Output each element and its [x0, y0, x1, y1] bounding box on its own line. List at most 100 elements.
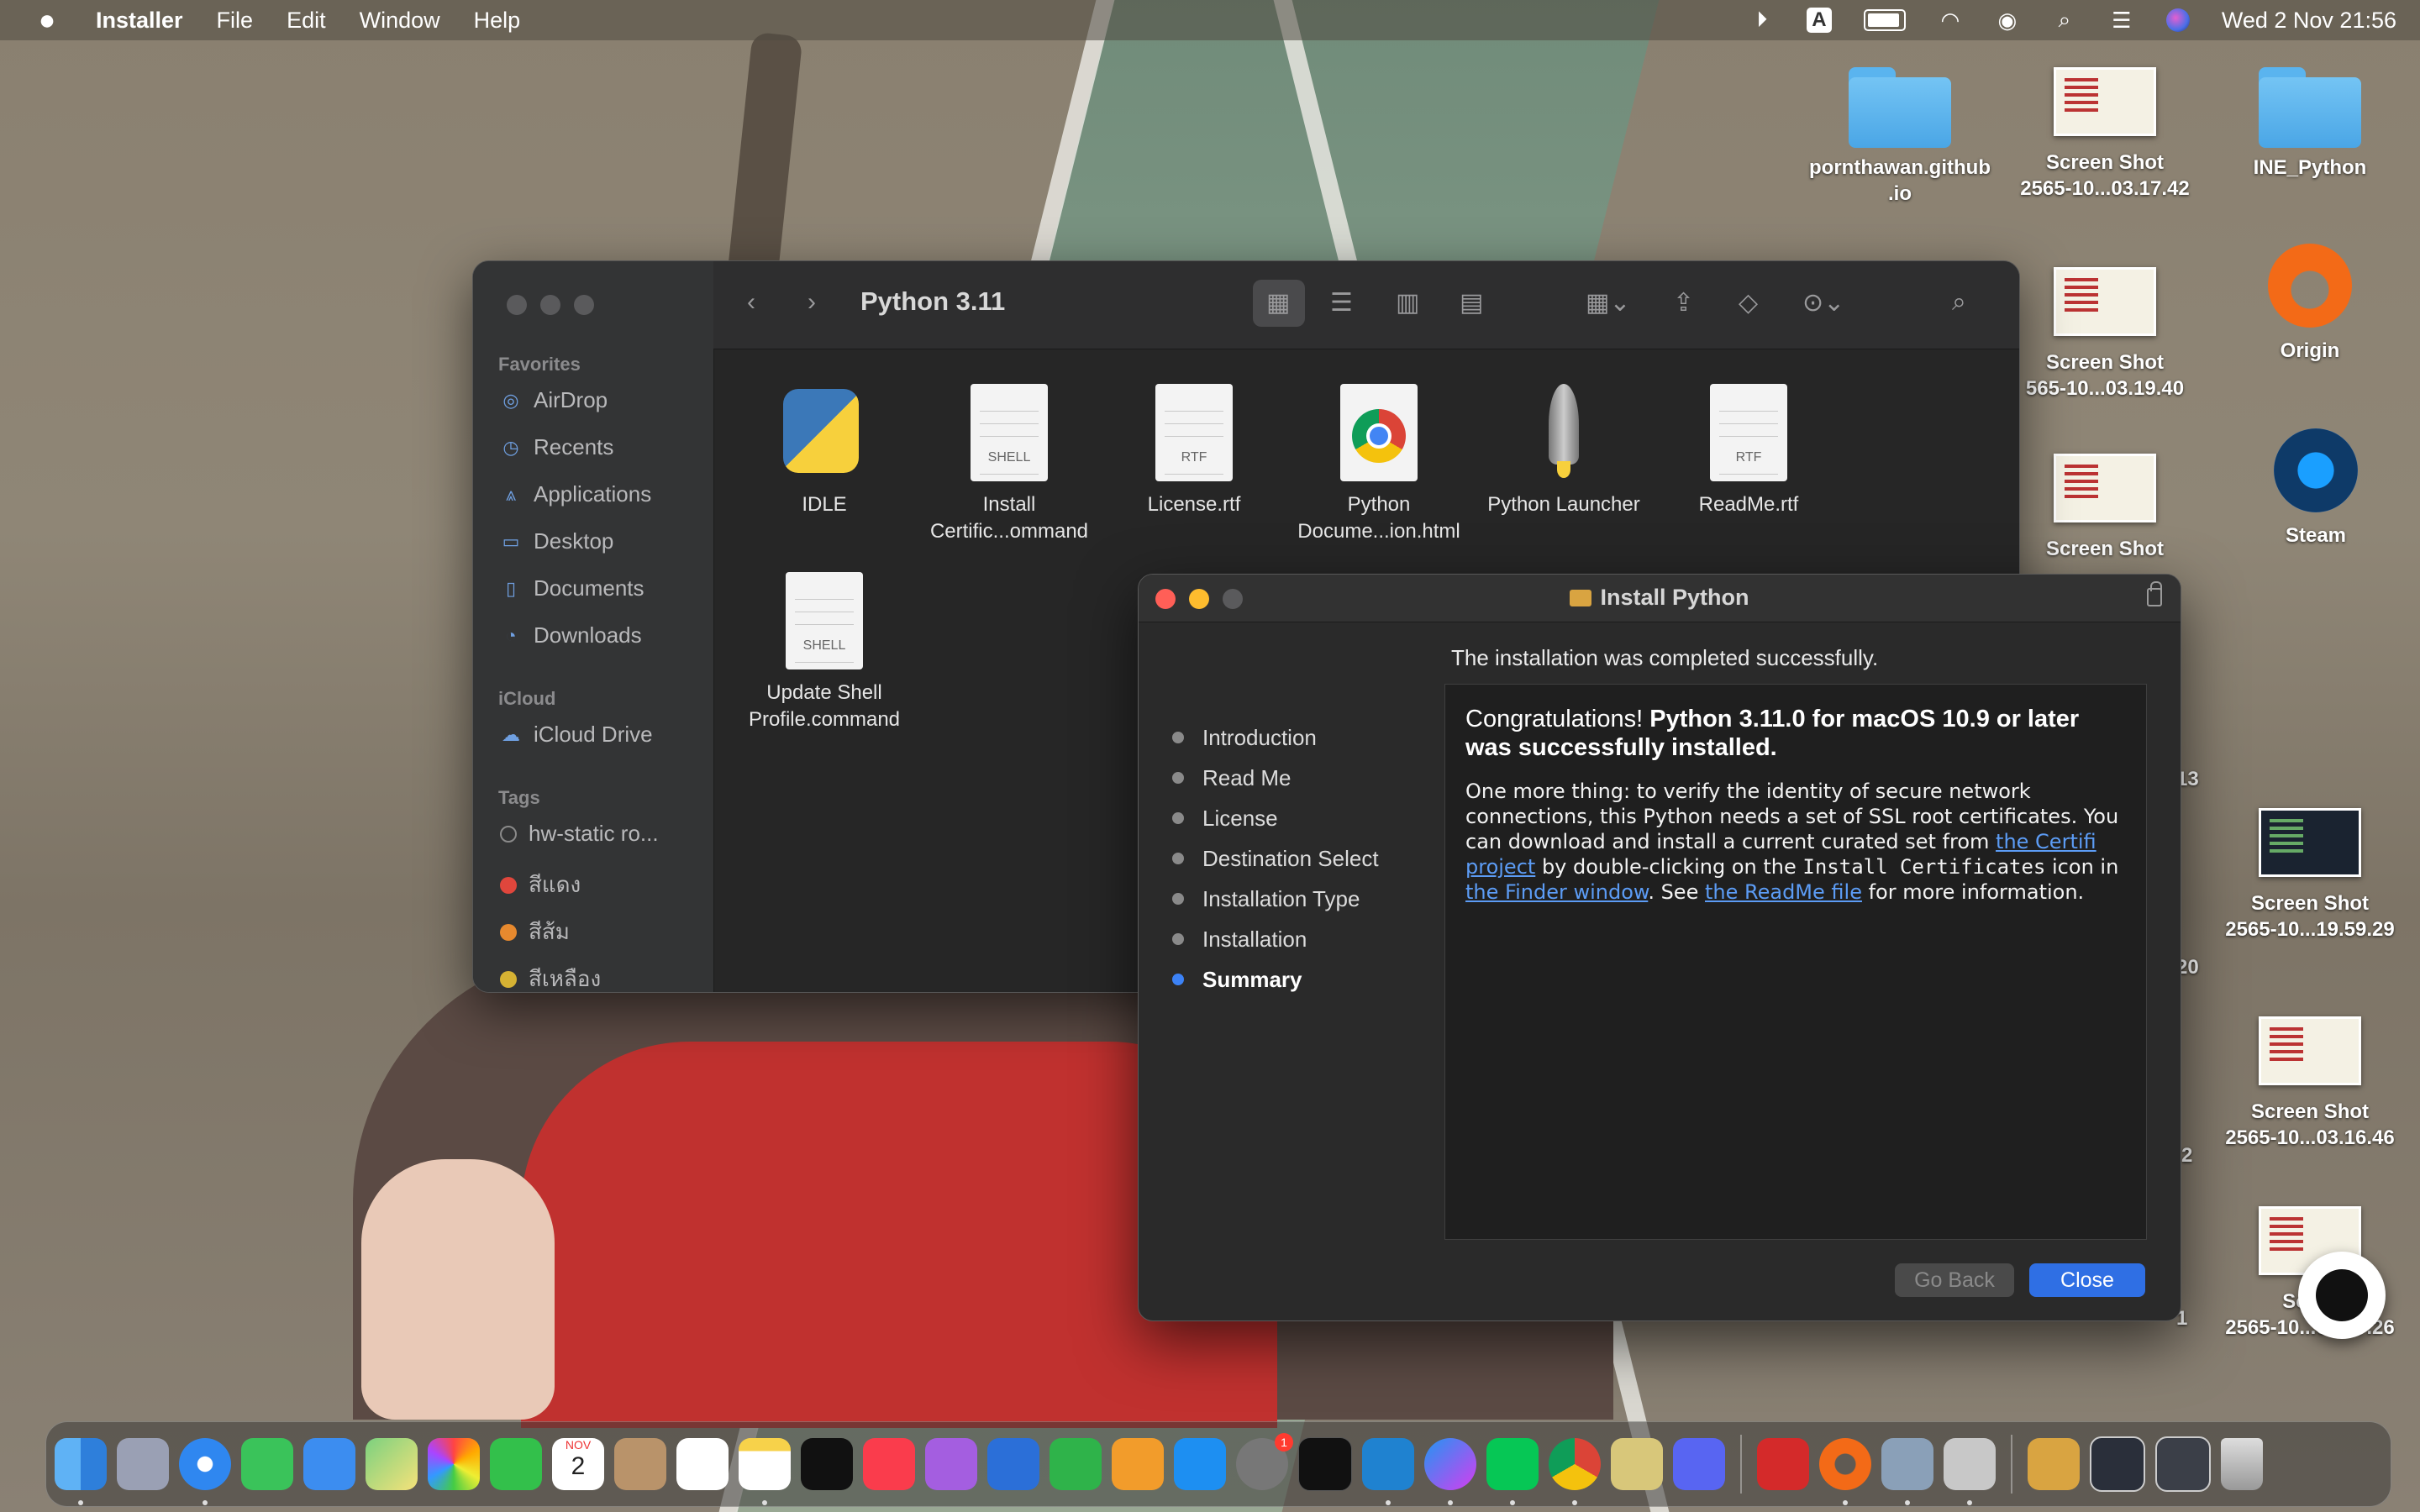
play-icon[interactable]: ⏵: [1749, 7, 1775, 33]
file-python-launcher[interactable]: Python Launcher: [1471, 375, 1656, 518]
reminders-icon[interactable]: [676, 1438, 729, 1490]
image-capture-icon[interactable]: [1881, 1438, 1933, 1505]
menu-clock[interactable]: Wed 2 Nov 21:56: [2222, 8, 2396, 34]
music-icon[interactable]: [863, 1438, 915, 1490]
sidebar-tag[interactable]: สีแดง: [500, 868, 581, 902]
sidebar-item-applications[interactable]: ⩓ Applications: [500, 481, 651, 507]
desktop-folder-ine-python[interactable]: INE_Python: [2213, 67, 2407, 181]
desktop-screenshot[interactable]: Screen Shot 2565-10...19.59.29: [2213, 808, 2407, 942]
mail-icon[interactable]: [303, 1438, 355, 1490]
sidebar-item-icloud-drive[interactable]: ☁ iCloud Drive: [500, 722, 653, 748]
tv-icon[interactable]: [801, 1438, 853, 1490]
menu-app-name[interactable]: Installer: [96, 8, 183, 34]
desktop-app-origin[interactable]: Origin: [2213, 244, 2407, 364]
spotlight-search-icon[interactable]: ⌕: [2052, 7, 2077, 33]
messages-icon[interactable]: [241, 1438, 293, 1490]
file-readme[interactable]: RTF ReadMe.rtf: [1656, 375, 1841, 518]
more-actions-icon[interactable]: ⊙⌄: [1802, 288, 1844, 318]
file-python-documentation[interactable]: Python Docume...ion.html: [1286, 375, 1471, 545]
file-install-certificates[interactable]: SHELL Install Certific...ommand: [917, 375, 1102, 545]
installer-titlebar[interactable]: Install Python: [1139, 575, 2181, 622]
readme-file-link[interactable]: the ReadMe file: [1705, 880, 1862, 904]
vscode-icon[interactable]: [1362, 1438, 1414, 1505]
desktop-screenshot[interactable]: Screen Shot 565-10...03.19.40: [2008, 267, 2202, 402]
pages-icon[interactable]: [1112, 1438, 1164, 1490]
user-icon[interactable]: ◉: [1995, 8, 2020, 33]
sidebar-item-downloads[interactable]: ◔ Downloads: [500, 622, 641, 648]
sidebar-tag[interactable]: สีส้ม: [500, 915, 570, 949]
list-view-icon[interactable]: ☰: [1330, 288, 1353, 318]
discord-icon[interactable]: [1673, 1438, 1725, 1490]
photos-icon[interactable]: [428, 1438, 480, 1490]
zoom-button[interactable]: [574, 295, 594, 315]
search-icon[interactable]: ⌕: [1952, 288, 1966, 317]
file-label: Install Certific...ommand: [929, 493, 1089, 543]
column-view-icon[interactable]: ▥: [1396, 288, 1419, 318]
back-chevron-icon[interactable]: ‹: [747, 288, 755, 317]
file-update-shell-profile[interactable]: SHELL Update Shell Profile.command: [732, 564, 917, 733]
menu-help[interactable]: Help: [474, 8, 521, 34]
safari-icon[interactable]: [179, 1438, 231, 1505]
group-by-icon[interactable]: ▦⌄: [1586, 288, 1630, 318]
lock-icon[interactable]: [2147, 581, 2162, 606]
desktop-app-steam[interactable]: Steam: [2219, 428, 2412, 549]
app-store-icon[interactable]: [1174, 1438, 1226, 1490]
go-back-button[interactable]: Go Back: [1895, 1263, 2014, 1297]
origin-dock-icon[interactable]: [1819, 1438, 1871, 1505]
menu-window[interactable]: Window: [360, 8, 440, 34]
keynote-icon[interactable]: [987, 1438, 1039, 1490]
icon-view-icon[interactable]: ▦: [1266, 288, 1290, 318]
notes-icon[interactable]: [739, 1438, 791, 1505]
tag-icon[interactable]: ◇: [1739, 288, 1758, 318]
podcasts-icon[interactable]: [925, 1438, 977, 1490]
menu-edit[interactable]: Edit: [287, 8, 326, 34]
messenger-chat-head-icon[interactable]: [2298, 1252, 2386, 1339]
forward-chevron-icon[interactable]: ›: [808, 288, 816, 317]
gallery-view-icon[interactable]: ▤: [1460, 288, 1483, 318]
input-source-icon[interactable]: A: [1806, 8, 1832, 33]
maps-icon[interactable]: [366, 1438, 418, 1490]
desktop-screenshot[interactable]: Screen Shot 2565-10...03.16.46: [2213, 1016, 2407, 1151]
launchpad-icon[interactable]: [117, 1438, 169, 1490]
file-idle[interactable]: IDLE: [732, 375, 917, 518]
desktop-screenshot[interactable]: Screen Shot: [2008, 454, 2202, 562]
sidebar-item-desktop[interactable]: ▭ Desktop: [500, 528, 614, 554]
finder-icon[interactable]: [55, 1438, 107, 1505]
file-license[interactable]: RTF License.rtf: [1102, 375, 1286, 518]
sidebar-tag[interactable]: hw-static ro...: [500, 821, 659, 847]
numbers-icon[interactable]: [1050, 1438, 1102, 1490]
package-folder-icon[interactable]: [2028, 1438, 2080, 1490]
desktop-screenshot[interactable]: Screen Shot 2565-10...03.17.42: [2008, 67, 2202, 202]
menu-file[interactable]: File: [217, 8, 254, 34]
control-center-icon[interactable]: ☰: [2109, 8, 2134, 33]
close-installer-button[interactable]: Close: [2029, 1263, 2145, 1297]
line-icon[interactable]: [1486, 1438, 1539, 1505]
contacts-icon[interactable]: [614, 1438, 666, 1490]
sidebar-item-recents[interactable]: ◷ Recents: [500, 434, 613, 460]
chrome-icon[interactable]: [1549, 1438, 1601, 1505]
wifi-icon[interactable]: ◠: [1938, 8, 1963, 33]
acrobat-icon[interactable]: [1757, 1438, 1809, 1490]
calendar-icon[interactable]: NOV 2: [552, 1438, 604, 1490]
trash-icon[interactable]: [2221, 1438, 2263, 1490]
system-preferences-icon[interactable]: 1: [1236, 1433, 1293, 1490]
minimize-button[interactable]: [540, 295, 560, 315]
apple-menu-icon[interactable]: ●: [24, 4, 71, 37]
share-icon[interactable]: ⇪: [1673, 288, 1694, 318]
close-button[interactable]: [507, 295, 527, 315]
screenshot-stack-icon[interactable]: [2155, 1436, 2211, 1492]
installer-window[interactable]: Install Python The installation was comp…: [1138, 574, 2181, 1321]
sidebar-item-airdrop[interactable]: ◎ AirDrop: [500, 387, 608, 413]
finder-window-link[interactable]: the Finder window: [1465, 880, 1648, 904]
sidebar-tag[interactable]: สีเหลือง: [500, 962, 601, 992]
facetime-icon[interactable]: [490, 1438, 542, 1490]
messenger-icon[interactable]: [1424, 1438, 1476, 1505]
desktop-folder-pornthawan[interactable]: pornthawan.github .io: [1803, 67, 1996, 207]
battery-icon[interactable]: [1863, 9, 1906, 31]
installer-icon[interactable]: [1944, 1438, 1996, 1505]
sidebar-item-documents[interactable]: ▯ Documents: [500, 575, 644, 601]
screenshot-stack-icon[interactable]: [2090, 1436, 2145, 1492]
preview-icon[interactable]: [1611, 1438, 1663, 1490]
siri-icon[interactable]: [2165, 8, 2190, 32]
terminal-icon[interactable]: [1298, 1437, 1352, 1491]
